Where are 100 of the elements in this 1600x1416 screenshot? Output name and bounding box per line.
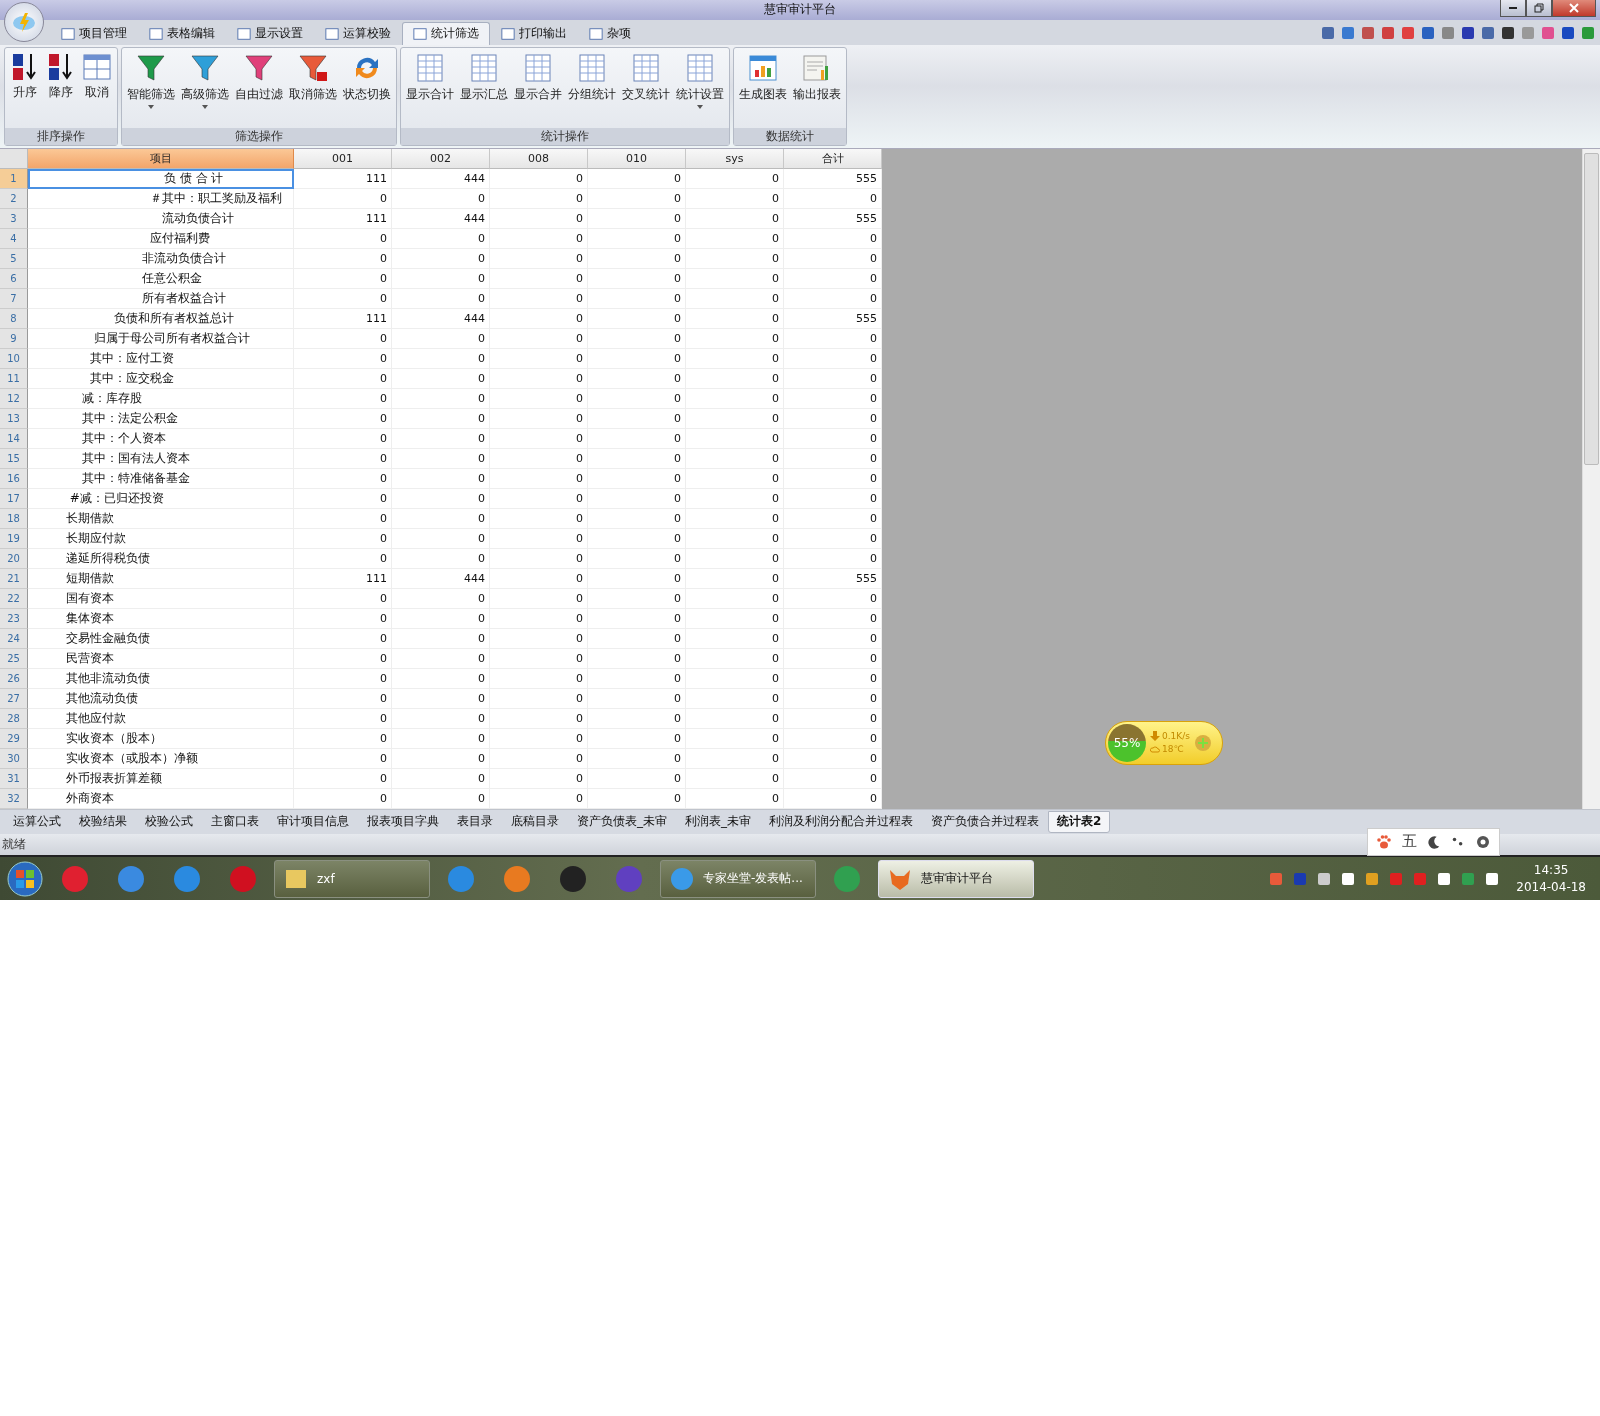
sheet-tab[interactable]: 运算公式	[4, 810, 70, 833]
ribbon-button[interactable]: 显示汇总	[457, 49, 511, 126]
input-mode-text[interactable]: 五	[1402, 832, 1417, 852]
row-header[interactable]: 20	[0, 548, 28, 569]
ribbon-button[interactable]: 降序	[43, 49, 79, 126]
row-header[interactable]: 21	[0, 568, 28, 589]
column-header[interactable]: 002	[392, 148, 490, 169]
app-menu-button[interactable]	[4, 2, 44, 42]
row-header[interactable]: 29	[0, 728, 28, 749]
row-header[interactable]: 31	[0, 768, 28, 789]
table-cell: 555	[784, 308, 882, 329]
table-cell: 0	[490, 408, 588, 429]
row-header[interactable]: 4	[0, 228, 28, 249]
table-cell: 0	[490, 528, 588, 549]
tray-icon	[1436, 870, 1453, 887]
clock[interactable]: 14:35 2014-04-18	[1508, 863, 1594, 895]
row-header[interactable]: 32	[0, 788, 28, 809]
ribbon-button[interactable]: 智能筛选	[124, 49, 178, 126]
row-header[interactable]: 19	[0, 528, 28, 549]
row-header[interactable]: 2	[0, 188, 28, 209]
ribbon-button[interactable]: 统计设置	[673, 49, 727, 126]
row-header[interactable]: 30	[0, 748, 28, 769]
sheet-tab[interactable]: 审计项目信息	[268, 810, 358, 833]
table-cell: 0	[686, 188, 784, 209]
row-header[interactable]: 23	[0, 608, 28, 629]
taskbar-window-button[interactable]: 专家坐堂-发表帖...	[660, 859, 816, 898]
row-header[interactable]: 9	[0, 328, 28, 349]
ribbon-button[interactable]: 高级筛选	[178, 49, 232, 126]
row-header[interactable]: 12	[0, 388, 28, 409]
row-header[interactable]: 10	[0, 348, 28, 369]
menu-tab[interactable]: 杂项	[578, 21, 642, 45]
row-header[interactable]: 16	[0, 468, 28, 489]
sheet-tab[interactable]: 主窗口表	[202, 810, 268, 833]
column-header[interactable]: 合计	[784, 148, 882, 169]
sheet-tab[interactable]: 校验结果	[70, 810, 136, 833]
table-cell: 0	[784, 708, 882, 729]
row-header[interactable]: 11	[0, 368, 28, 389]
ribbon-button[interactable]: 自由过滤	[232, 49, 286, 126]
taskbar-window-button[interactable]: zxf	[274, 859, 430, 898]
menu-tab[interactable]: 运算校验	[314, 21, 402, 45]
menu-tab[interactable]: 显示设置	[226, 21, 314, 45]
menu-tab[interactable]: 表格编辑	[138, 21, 226, 45]
column-header[interactable]: sys	[686, 148, 784, 169]
table-cell: 0	[294, 668, 392, 689]
column-header[interactable]: 010	[588, 148, 686, 169]
sheet-tab[interactable]: 利润表_未审	[676, 810, 760, 833]
sheet-tab[interactable]: 表目录	[448, 810, 502, 833]
row-header[interactable]: 28	[0, 708, 28, 729]
table-cell: 0	[392, 188, 490, 209]
row-header[interactable]: 7	[0, 288, 28, 309]
row-header[interactable]: 25	[0, 648, 28, 669]
row-header[interactable]: 18	[0, 508, 28, 529]
row-header[interactable]: 6	[0, 268, 28, 289]
table-cell: 0	[686, 728, 784, 749]
vertical-scrollbar[interactable]	[1582, 148, 1600, 809]
ribbon-button[interactable]: 显示合并	[511, 49, 565, 126]
menu-tab[interactable]: 打印输出	[490, 21, 578, 45]
taskbar-window-button[interactable]: 慧审审计平台	[878, 859, 1034, 898]
ribbon-button[interactable]: 输出报表	[790, 49, 844, 126]
sheet-tab[interactable]: 统计表2	[1048, 810, 1111, 833]
tray-icon	[1268, 870, 1285, 887]
menu-tab[interactable]: 统计筛选	[402, 21, 490, 45]
menu-tab[interactable]: 项目管理	[50, 21, 138, 45]
ribbon-button[interactable]: 升序	[7, 49, 43, 126]
table-cell: 0	[490, 548, 588, 569]
minimize-button[interactable]	[1500, 0, 1526, 17]
sheet-tab[interactable]: 校验公式	[136, 810, 202, 833]
row-header[interactable]: 26	[0, 668, 28, 689]
sheet-tab[interactable]: 报表项目字典	[358, 810, 448, 833]
table-cell: 0	[784, 628, 882, 649]
row-header[interactable]: 1	[0, 168, 28, 189]
row-header[interactable]: 15	[0, 448, 28, 469]
column-header[interactable]: 001	[294, 148, 392, 169]
sheet-tab[interactable]: 利润及利润分配合并过程表	[760, 810, 922, 833]
table-cell: 0	[686, 648, 784, 669]
ribbon-button[interactable]: 生成图表	[736, 49, 790, 126]
row-header[interactable]: 3	[0, 208, 28, 229]
ribbon-button[interactable]: 交叉统计	[619, 49, 673, 126]
row-header[interactable]: 14	[0, 428, 28, 449]
restore-button[interactable]	[1526, 0, 1552, 17]
table-cell: 0	[490, 728, 588, 749]
row-header[interactable]: 8	[0, 308, 28, 329]
column-header[interactable]: 项目	[28, 148, 294, 169]
row-header[interactable]: 27	[0, 688, 28, 709]
ribbon-button[interactable]: 显示合计	[403, 49, 457, 126]
column-header[interactable]: 008	[490, 148, 588, 169]
ribbon-button[interactable]: 取消	[79, 49, 115, 126]
ribbon-button[interactable]: 分组统计	[565, 49, 619, 126]
row-header[interactable]: 5	[0, 248, 28, 269]
close-button[interactable]	[1552, 0, 1596, 17]
ribbon-button[interactable]: 状态切换	[340, 49, 394, 126]
group-title: 筛选操作	[122, 127, 396, 145]
row-header[interactable]: 17	[0, 488, 28, 509]
row-header[interactable]: 24	[0, 628, 28, 649]
row-header[interactable]: 13	[0, 408, 28, 429]
ribbon-button[interactable]: 取消筛选	[286, 49, 340, 126]
row-header[interactable]: 22	[0, 588, 28, 609]
sheet-tab[interactable]: 资产负债合并过程表	[922, 810, 1048, 833]
sheet-tab[interactable]: 资产负债表_未审	[568, 810, 676, 833]
sheet-tab[interactable]: 底稿目录	[502, 810, 568, 833]
